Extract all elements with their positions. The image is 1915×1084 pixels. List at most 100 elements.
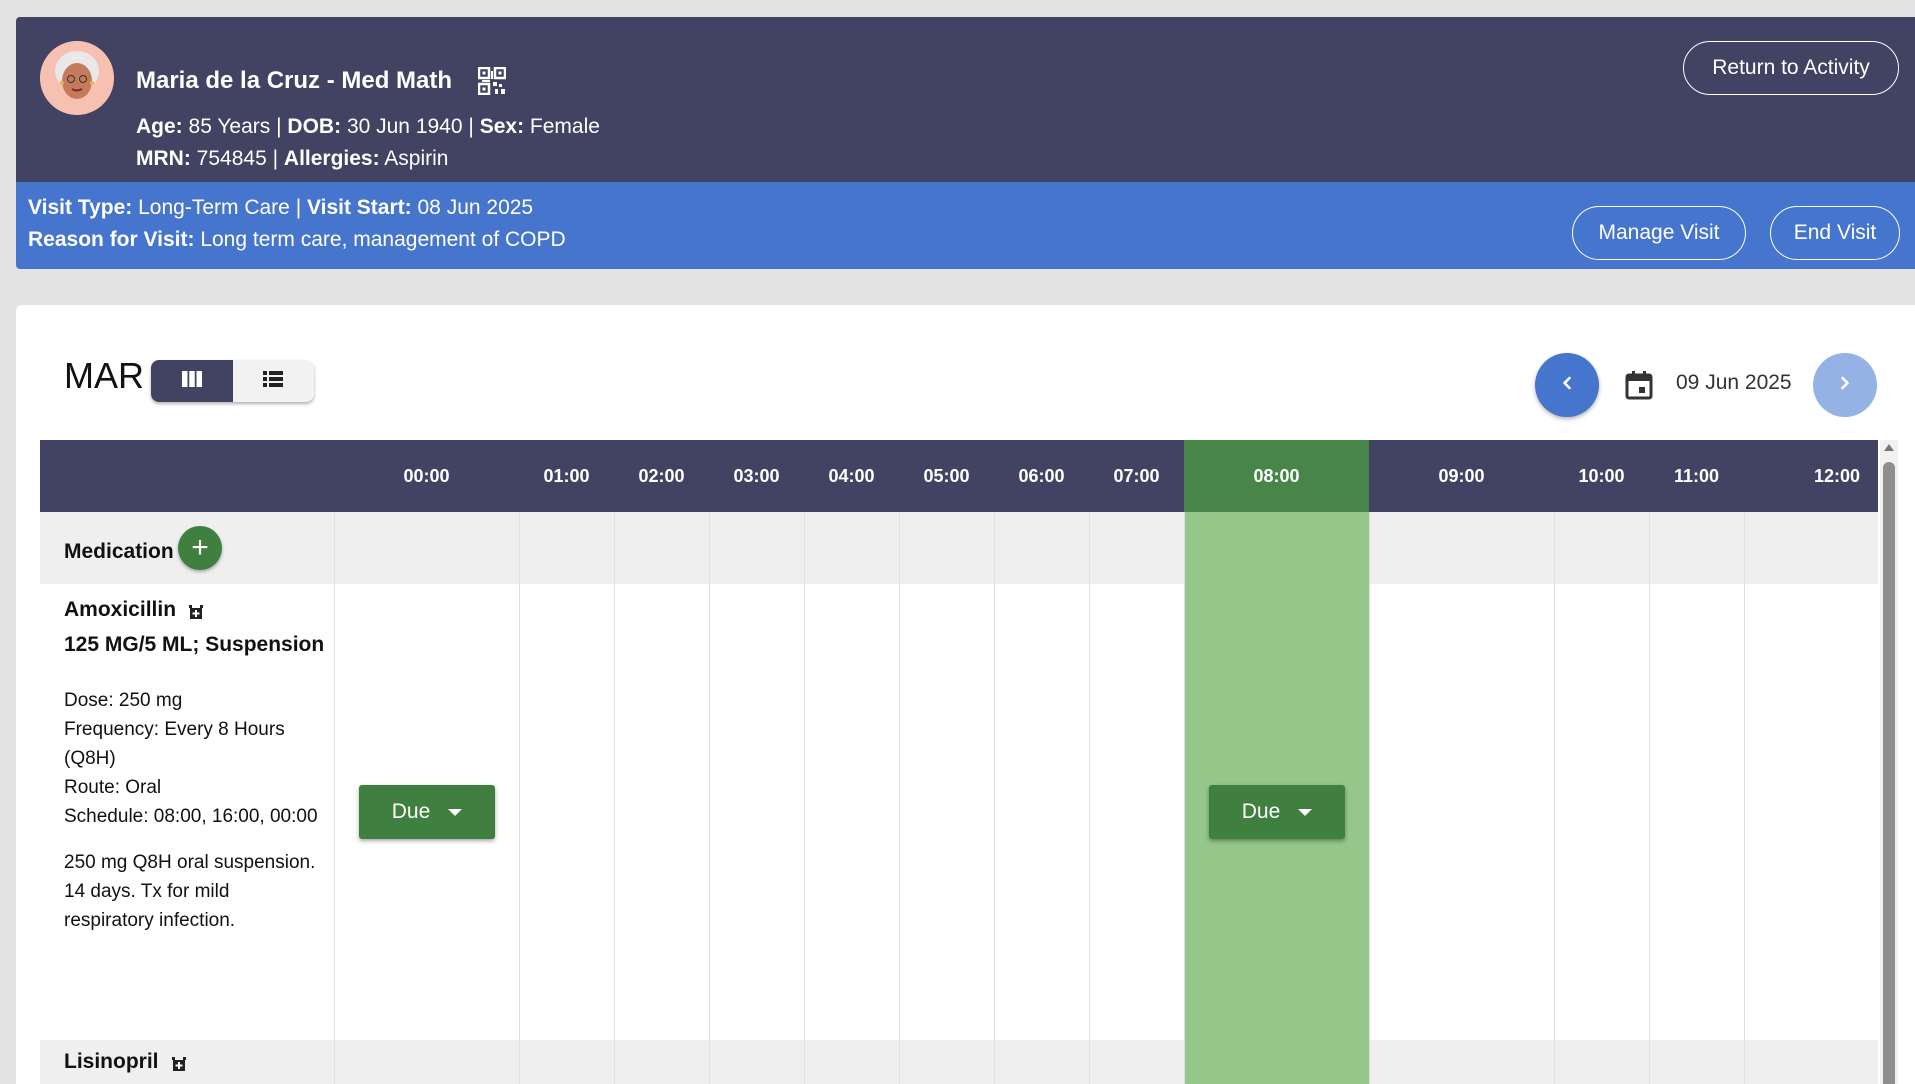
list-view-button[interactable] bbox=[233, 360, 315, 402]
scrollbar-thumb[interactable] bbox=[1883, 462, 1895, 1084]
hour-header-0900: 09:00 bbox=[1438, 465, 1485, 486]
hour-header-0500: 05:00 bbox=[923, 465, 970, 486]
medication-note: 250 mg Q8H oral suspension. 14 days. Tx … bbox=[64, 852, 316, 931]
due-label: Due bbox=[391, 800, 431, 823]
pharmacy-icon bbox=[188, 602, 204, 619]
medication-name-text: Amoxicillin bbox=[64, 598, 177, 621]
hour-header-0200: 02:00 bbox=[638, 465, 685, 486]
hour-header-0300: 03:00 bbox=[733, 465, 780, 486]
caret-down-icon bbox=[1298, 808, 1313, 816]
route-text: Route: Oral bbox=[64, 777, 162, 798]
view-toggle bbox=[151, 360, 314, 402]
medication-header-row bbox=[40, 512, 1878, 584]
return-to-activity-button[interactable]: Return to Activity bbox=[1683, 41, 1899, 95]
calendar-icon[interactable] bbox=[1622, 368, 1656, 402]
hour-header-0000: 00:00 bbox=[403, 465, 450, 486]
dob-label: DOB: bbox=[287, 115, 342, 138]
age-label: Age: bbox=[136, 115, 183, 138]
sex-value: Female bbox=[529, 115, 600, 138]
hour-header-0800: 08:00 bbox=[1184, 440, 1369, 512]
column-divider bbox=[334, 512, 335, 1084]
patient-demographics: Age: 85 Years | DOB: 30 Jun 1940 | Sex: … bbox=[136, 115, 600, 139]
pharmacy-icon bbox=[171, 1054, 187, 1071]
medication-strength: 125 MG/5 ML; Suspension bbox=[64, 633, 325, 656]
due-dropdown-button[interactable]: Due bbox=[359, 785, 495, 839]
column-divider bbox=[899, 440, 900, 1084]
column-divider bbox=[804, 440, 805, 1084]
grid-view-button[interactable] bbox=[151, 360, 233, 402]
column-divider bbox=[1089, 440, 1090, 1084]
hour-header-1000: 10:00 bbox=[1578, 465, 1625, 486]
separator: | bbox=[276, 115, 282, 138]
column-divider bbox=[519, 440, 520, 1084]
column-divider bbox=[1649, 440, 1650, 1084]
visit-reason: Reason for Visit: Long term care, manage… bbox=[28, 228, 566, 252]
hour-header-1200: 12:00 bbox=[1813, 465, 1861, 486]
hour-header-0700: 07:00 bbox=[1113, 465, 1160, 486]
qr-code-icon[interactable] bbox=[477, 66, 507, 96]
column-divider bbox=[994, 440, 995, 1084]
vertical-scrollbar[interactable] bbox=[1880, 440, 1898, 1084]
frequency-text: Frequency: Every 8 Hours (Q8H) bbox=[64, 719, 285, 769]
separator: | bbox=[272, 147, 279, 170]
list-view-icon bbox=[263, 370, 284, 392]
mrn-label: MRN: bbox=[136, 147, 191, 170]
column-divider bbox=[1744, 440, 1745, 1084]
medication-row-lisinopril bbox=[40, 1040, 1878, 1084]
due-label: Due bbox=[1241, 800, 1281, 823]
medication-column-header: Medication bbox=[64, 540, 174, 563]
hour-header-0400: 04:00 bbox=[828, 465, 875, 486]
medication-name-text: Lisinopril bbox=[64, 1050, 159, 1073]
chevron-right-icon bbox=[1837, 375, 1853, 396]
patient-avatar bbox=[40, 41, 114, 115]
caret-down-icon bbox=[448, 808, 463, 816]
dob-value: 30 Jun 1940 bbox=[346, 115, 463, 138]
visit-start-value: 08 Jun 2025 bbox=[417, 196, 534, 219]
age-value: 85 Years bbox=[188, 115, 271, 138]
column-divider bbox=[1184, 440, 1185, 1084]
mrn-value: 754845 bbox=[196, 147, 267, 170]
hour-header-0600: 06:00 bbox=[1018, 465, 1065, 486]
plus-icon: + bbox=[191, 531, 209, 564]
end-visit-button[interactable]: End Visit bbox=[1770, 206, 1900, 260]
visit-reason-label: Reason for Visit: bbox=[28, 228, 195, 251]
separator: | bbox=[468, 115, 474, 138]
patient-identifiers: MRN: 754845 | Allergies: Aspirin bbox=[136, 147, 449, 171]
due-dropdown-button[interactable]: Due bbox=[1209, 785, 1345, 839]
visit-start-label: Visit Start: bbox=[307, 196, 412, 219]
allergies-value: Aspirin bbox=[384, 147, 449, 170]
visit-bar: Visit Type: Long-Term Care | Visit Start… bbox=[16, 182, 1915, 269]
chevron-left-icon bbox=[1559, 375, 1575, 396]
schedule-text: Schedule: 08:00, 16:00, 00:00 bbox=[64, 806, 318, 827]
hour-header-row: 00:00 01:00 02:00 03:00 04:00 05:00 06:00 07:00… bbox=[40, 440, 1878, 512]
hour-header-1100: 11:00 bbox=[1673, 465, 1720, 486]
visit-type-value: Long-Term Care bbox=[138, 196, 290, 219]
visit-info: Visit Type: Long-Term Care | Visit Start… bbox=[28, 196, 533, 220]
scroll-up-icon[interactable] bbox=[1884, 444, 1894, 451]
medication-name[interactable]: Lisinopril bbox=[64, 1050, 187, 1074]
column-divider bbox=[1554, 440, 1555, 1084]
current-date[interactable]: 09 Jun 2025 bbox=[1676, 371, 1792, 395]
mar-grid: 00:00 01:00 02:00 03:00 04:00 05:00 06:00 07:00… bbox=[40, 440, 1878, 1084]
patient-header: Maria de la Cruz - Med Math Age: 85 Year… bbox=[16, 17, 1915, 182]
patient-name: Maria de la Cruz - Med Math bbox=[136, 67, 453, 94]
medication-details: Dose: 250 mg Frequency: Every 8 Hours (Q… bbox=[64, 686, 324, 831]
sex-label: Sex: bbox=[479, 115, 525, 138]
hour-header-0100: 01:00 bbox=[543, 465, 590, 486]
next-day-button[interactable] bbox=[1813, 353, 1877, 417]
visit-type-label: Visit Type: bbox=[28, 196, 133, 219]
visit-reason-value: Long term care, management of COPD bbox=[200, 228, 566, 251]
mar-card: MAR 09 Jun 2025 00:00 01:00 02:00 03:00 … bbox=[16, 305, 1915, 1084]
add-medication-button[interactable]: + bbox=[178, 526, 222, 570]
column-divider bbox=[709, 440, 710, 1084]
medication-name[interactable]: Amoxicillin bbox=[64, 598, 204, 622]
allergies-label: Allergies: bbox=[283, 147, 380, 170]
column-divider bbox=[614, 440, 615, 1084]
column-divider bbox=[1369, 440, 1370, 1084]
dose-text: Dose: 250 mg bbox=[64, 690, 183, 711]
separator: | bbox=[295, 196, 302, 219]
mar-title: MAR bbox=[64, 355, 144, 396]
previous-day-button[interactable] bbox=[1535, 353, 1599, 417]
manage-visit-button[interactable]: Manage Visit bbox=[1572, 206, 1746, 260]
grid-view-icon bbox=[181, 370, 202, 392]
